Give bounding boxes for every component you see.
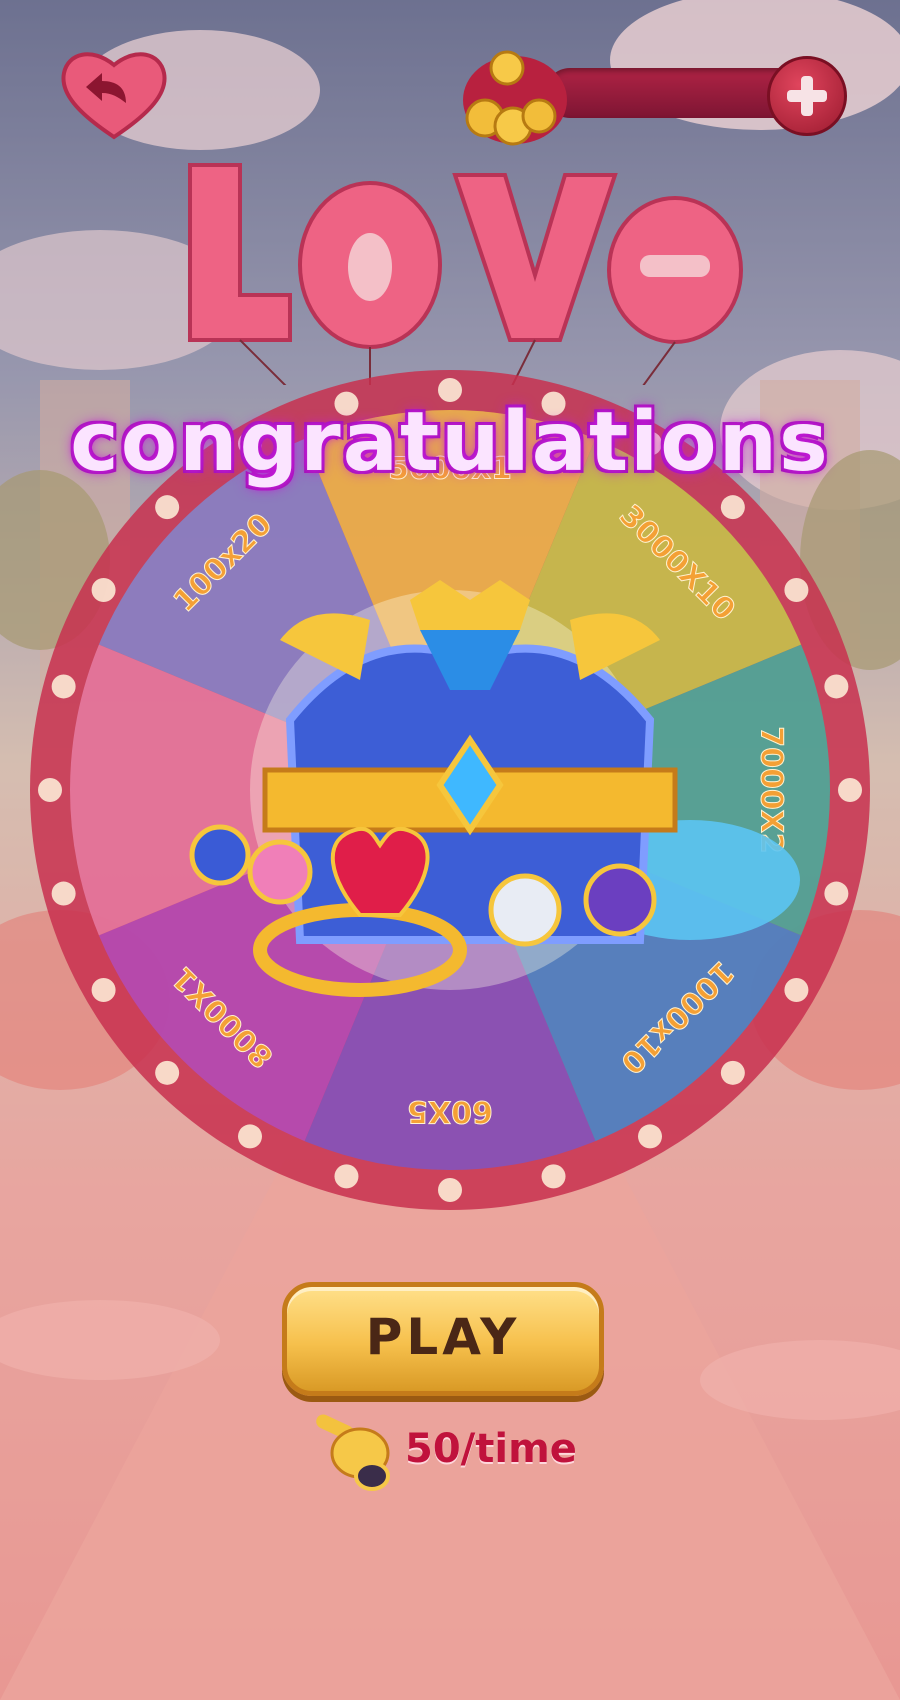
wheel-rim-light (838, 778, 862, 802)
wheel-rim-light (824, 881, 849, 906)
cost-per-spin: 50/time (310, 1408, 610, 1491)
wheel-rim-light (334, 1164, 359, 1189)
wheel-segment-label: 60X5 (407, 1094, 493, 1129)
wheel-rim-light (91, 578, 116, 602)
treasure-chest-icon (189, 580, 800, 997)
wheel-rim-light (720, 1060, 745, 1085)
wheel-rim-light (91, 978, 116, 1002)
back-button[interactable] (58, 45, 170, 145)
congratulations-text: congratulations (70, 395, 830, 490)
wheel-rim-light (720, 495, 745, 520)
wheel-rim-light (238, 1124, 262, 1149)
pointing-hand-icon (316, 1414, 390, 1491)
wheel-rim-light (155, 495, 180, 520)
wheel-rim-light (541, 1164, 566, 1189)
wheel-rim-light (824, 674, 849, 699)
wheel-rim-light (155, 1060, 180, 1085)
wheel-rim-light (51, 674, 76, 699)
coin-bag-icon (463, 50, 567, 146)
wheel-rim-light (51, 881, 76, 906)
back-heart-icon (61, 52, 167, 140)
wheel-rim-light (38, 778, 62, 802)
coin-balance-bar (455, 38, 850, 148)
cost-label: 50/time (405, 1426, 577, 1472)
add-coins-button[interactable] (767, 56, 847, 136)
wheel-rim-light (438, 1178, 462, 1202)
wheel-rim-light (638, 1124, 662, 1149)
play-button[interactable]: PLAY (282, 1282, 604, 1396)
